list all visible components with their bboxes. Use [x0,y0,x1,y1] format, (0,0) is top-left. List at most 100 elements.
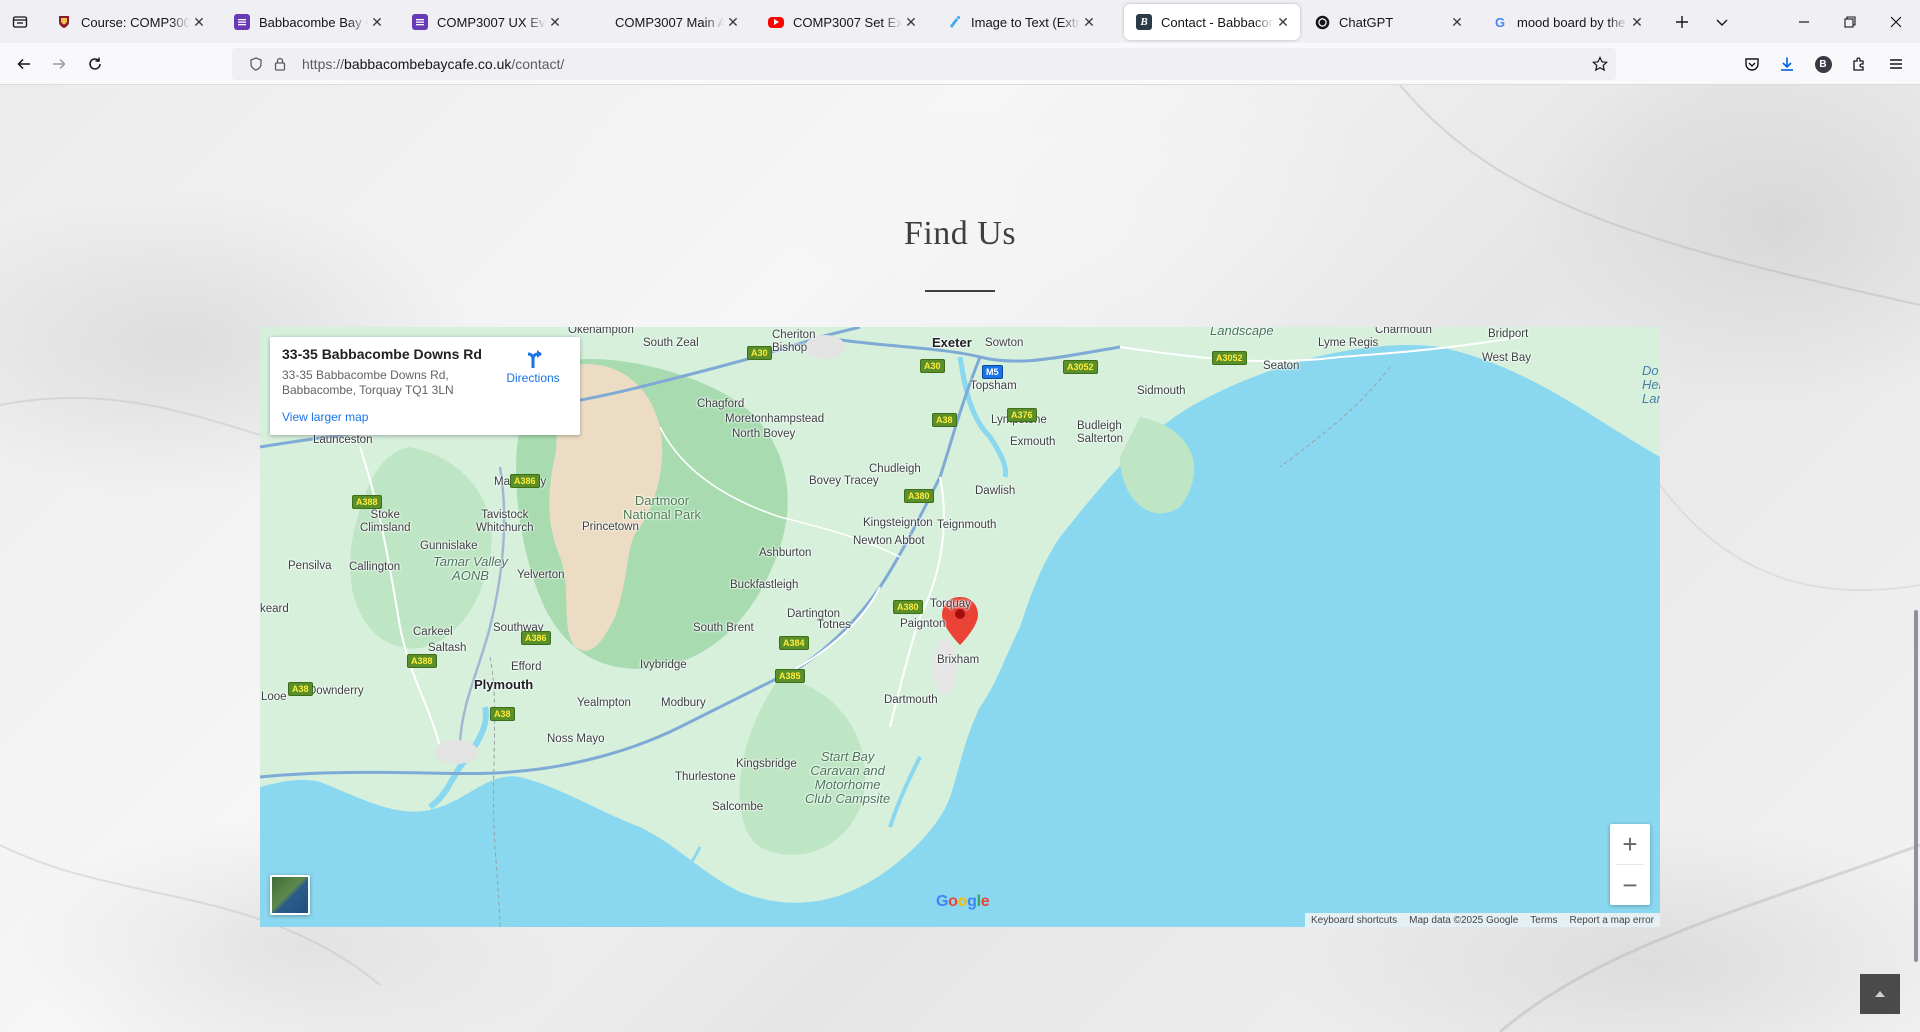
keyboard-shortcuts-link[interactable]: Keyboard shortcuts [1305,915,1403,926]
account-avatar[interactable]: B [1807,48,1839,80]
road-shield: A30 [920,359,945,373]
close-tab-icon[interactable]: ✕ [1274,13,1292,31]
satellite-layer-toggle[interactable] [270,875,310,915]
close-tab-icon[interactable]: ✕ [1080,13,1098,31]
forward-arrow-icon[interactable] [43,48,75,80]
zoom-out-button[interactable]: − [1610,865,1650,905]
place-label: Ivybridge [640,659,687,671]
close-tab-icon[interactable]: ✕ [546,13,564,31]
place-label: Kingsbridge [736,758,797,770]
place-label: Efford [511,661,542,673]
place-label: Moretonhampstead [725,413,825,425]
tab-title: Image to Text (Extract Text) [971,14,1080,30]
place-label: Princetown [582,521,639,533]
close-tab-icon[interactable]: ✕ [724,13,742,31]
tab-main-assessment[interactable]: COMP3007 Main Assessment ✕ [578,4,750,40]
google-logo: Google [936,893,990,910]
tracking-protection-shield-icon[interactable] [244,57,268,71]
place-label: Torquay [930,598,971,610]
report-map-error-link[interactable]: Report a map error [1564,915,1660,926]
place-label: Exmouth [1010,436,1056,448]
scrollbar-thumb[interactable] [1914,610,1918,962]
image-to-text-icon [946,14,962,30]
road-shield: A386 [510,474,540,488]
road-shield: A38 [932,413,957,427]
bookmark-star-icon[interactable] [1584,56,1616,72]
close-tab-icon[interactable]: ✕ [190,13,208,31]
tab-course-comp3007[interactable]: Course: COMP3007 HCI ✕ [44,4,216,40]
directions-label: Directions [506,371,560,385]
lock-icon[interactable] [268,57,292,71]
page-scrollbar[interactable] [1912,85,1920,1032]
place-label: Charmouth [1375,327,1432,336]
tab-image-to-text[interactable]: Image to Text (Extract Text) ✕ [934,4,1106,40]
tab-ux-evaluation[interactable]: COMP3007 UX Evaluation ✕ [400,4,572,40]
url-scheme: https:// [302,56,345,72]
embedded-google-map[interactable]: Okehampton South Zeal Cheriton Bishop Ex… [260,327,1660,927]
list-all-tabs-chevron-icon[interactable] [1708,8,1736,36]
tab-set-exercise[interactable]: COMP3007 Set Exercise ✕ [756,4,928,40]
close-tab-icon[interactable]: ✕ [902,13,920,31]
tab-title: Babbacombe Bay Cafe [259,14,368,30]
extensions-puzzle-icon[interactable] [1843,48,1875,80]
place-label: Carkeel [413,626,453,638]
reload-icon[interactable] [79,48,111,80]
scroll-to-top-button[interactable] [1860,974,1900,1014]
place-label: Teignmouth [937,519,997,531]
tab-contact-babbacombe[interactable]: B Contact - Babbacombe ✕ [1124,4,1300,40]
place-label: Budleigh Salterton [1077,420,1124,445]
avatar-initial: B [1814,55,1832,73]
place-label: Noss Mayo [547,733,605,745]
place-label: Seaton [1263,360,1300,372]
place-label: Chudleigh [869,463,921,475]
directions-arrow-icon [498,349,568,371]
tab-chatgpt[interactable]: ChatGPT ✕ [1302,4,1474,40]
place-label: Dartmouth [884,694,938,706]
place-label-dartmoor: Dartmoor National Park [623,493,702,522]
downloads-icon[interactable] [1771,48,1803,80]
view-larger-map-link[interactable]: View larger map [282,410,568,424]
close-tab-icon[interactable]: ✕ [1628,13,1646,31]
close-tab-icon[interactable]: ✕ [1448,13,1466,31]
place-label: Launceston [313,434,373,446]
place-label: West Bay [1482,352,1531,364]
tab-title: COMP3007 Main Assessment [615,14,724,30]
back-arrow-icon[interactable] [8,48,40,80]
place-label: Sowton [985,337,1024,349]
address-bar[interactable]: https://babbacombebaycafe.co.uk/contact/ [232,48,1616,80]
tab-title: ChatGPT [1339,14,1394,30]
navigation-toolbar: https://babbacombebaycafe.co.uk/contact/… [0,43,1920,85]
tab-bar: Course: COMP3007 HCI ✕ Babbacombe Bay Ca… [0,0,1920,43]
chatgpt-icon [1314,14,1330,30]
section-title: Find Us [903,215,1017,252]
terms-link[interactable]: Terms [1524,915,1563,926]
place-label: Brixham [937,654,980,666]
place-label: Okehampton [568,327,634,336]
zoom-in-button[interactable]: + [1610,824,1650,864]
place-label: Salcombe [712,801,764,813]
close-tab-icon[interactable]: ✕ [368,13,386,31]
pocket-icon[interactable] [1736,48,1768,80]
tab-babbacombe-form[interactable]: Babbacombe Bay Cafe ✕ [222,4,394,40]
road-shield: A38 [490,707,515,721]
tab-list-icon[interactable] [8,8,32,36]
directions-button[interactable]: Directions [498,349,568,385]
tab-mood-board[interactable]: G mood board by the sea ✕ [1480,4,1654,40]
google-icon: G [1494,14,1506,30]
hamburger-menu-icon[interactable] [1880,48,1912,80]
place-label: Cheriton Bishop [772,329,816,354]
place-card-address: 33-35 Babbacombe Downs Rd, Babbacombe, T… [282,368,454,397]
restore-window-icon[interactable] [1836,8,1864,36]
new-tab-icon[interactable] [1668,8,1696,36]
place-label: Topsham [970,380,1017,392]
minimize-window-icon[interactable] [1790,8,1818,36]
close-window-icon[interactable] [1882,8,1910,36]
forms-icon [412,14,428,30]
place-label: North Bovey [732,428,796,440]
place-label: Dawlish [975,485,1016,497]
road-shield: A3052 [1063,360,1098,374]
road-shield: A380 [904,489,934,503]
tab-title: mood board by the sea [1517,14,1628,30]
road-shield: A386 [521,631,551,645]
tab-title: COMP3007 UX Evaluation [437,14,546,30]
